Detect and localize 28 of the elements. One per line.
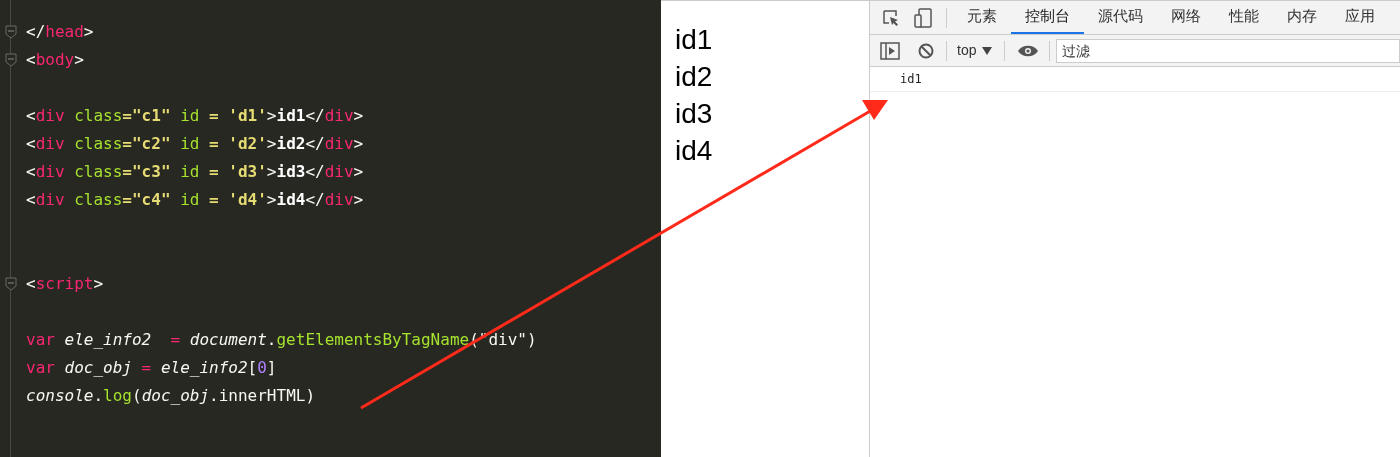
context-dropdown[interactable]: top — [957, 40, 993, 61]
code-line: <body> — [26, 49, 84, 71]
devtools-tab[interactable]: 元素 — [953, 1, 1011, 34]
device-icon[interactable] — [914, 7, 932, 28]
devtools-tab[interactable]: 应用 — [1331, 1, 1389, 34]
page-text: id1 — [675, 23, 714, 57]
inspect-icon[interactable] — [882, 8, 900, 27]
devtools-tab[interactable]: 网络 — [1157, 1, 1215, 34]
code-line: <script> — [26, 273, 104, 295]
caret-icon — [982, 46, 993, 55]
code-line: var doc_obj = ele_info2[0] — [26, 357, 277, 379]
devtools-tab[interactable]: 源代码 — [1084, 1, 1157, 34]
code-line: <div class="c4" id = 'd4'>id4</div> — [26, 189, 364, 211]
page-text: id4 — [675, 134, 714, 168]
code-line: console.log(doc_obj.innerHTML) — [26, 385, 316, 407]
code-line: <div class="c2" id = 'd2'>id2</div> — [26, 133, 364, 155]
devtools-tab[interactable]: 内存 — [1273, 1, 1331, 34]
code-line: <div class="c3" id = 'd3'>id3</div> — [26, 161, 364, 183]
eye-icon[interactable] — [1017, 43, 1040, 58]
code-line: <div class="c1" id = 'd1'>id1</div> — [26, 105, 364, 127]
devtools-tab[interactable]: 性能 — [1215, 1, 1273, 34]
page-text: id3 — [675, 97, 714, 131]
clear-console-icon[interactable] — [918, 42, 934, 59]
console-message: id1 — [900, 71, 922, 88]
sidebar-toggle-icon[interactable] — [880, 41, 900, 60]
code-line: </head> — [26, 21, 94, 43]
filter-field[interactable]: 过滤 — [1056, 38, 1400, 63]
page-text: id2 — [675, 60, 714, 94]
